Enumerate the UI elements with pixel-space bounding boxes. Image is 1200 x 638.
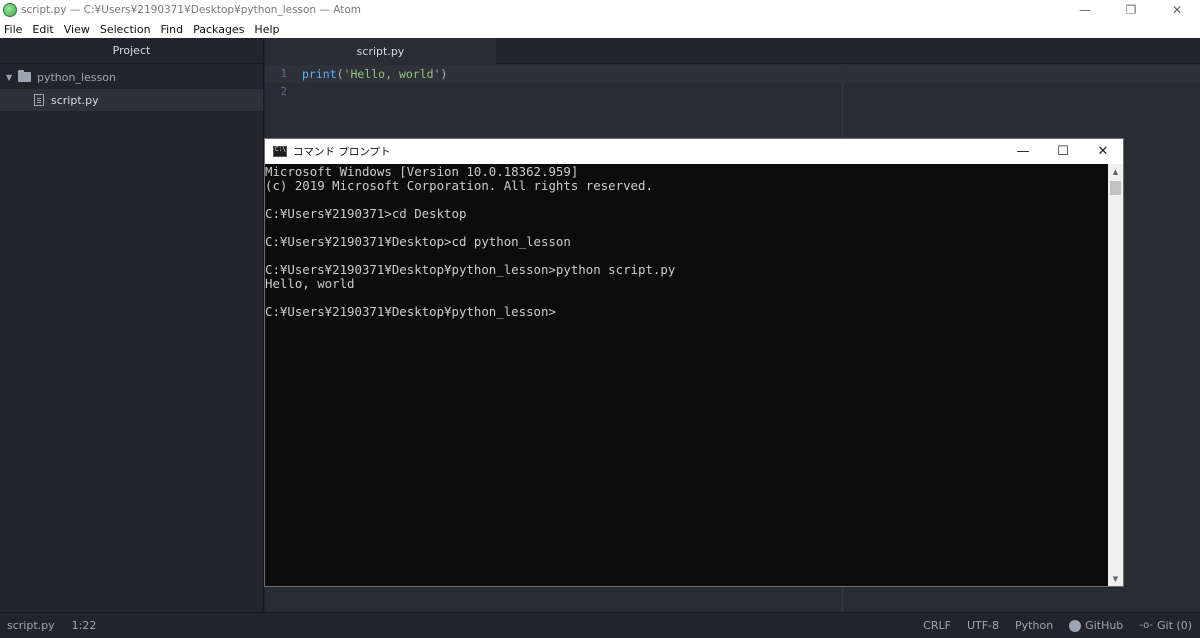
line-code: print('Hello, world') — [302, 67, 447, 81]
line-number: 1 — [280, 68, 287, 80]
window-title: script.py — C:¥Users¥2190371¥Desktop¥pyt… — [21, 4, 362, 16]
chevron-down-icon[interactable]: ▼ — [6, 73, 18, 82]
editor-line[interactable]: 2 — [265, 83, 1200, 101]
status-line-ending[interactable]: CRLF — [923, 619, 951, 632]
tab-script-py[interactable]: script.py — [265, 38, 496, 64]
code-paren-close: ) — [440, 67, 448, 81]
status-bar: script.py 1:22 CRLF UTF-8 Python GitHub … — [0, 612, 1200, 638]
file-text-icon — [34, 94, 44, 106]
terminal-icon — [273, 146, 287, 157]
menu-view[interactable]: View — [64, 23, 90, 36]
status-encoding[interactable]: UTF-8 — [967, 619, 999, 632]
cmd-close-button[interactable]: ✕ — [1083, 139, 1123, 164]
menu-help[interactable]: Help — [254, 23, 279, 36]
menu-selection[interactable]: Selection — [100, 23, 151, 36]
code-paren-open: ( — [336, 67, 344, 81]
git-label: Git (0) — [1157, 619, 1192, 632]
close-button[interactable]: ✕ — [1154, 0, 1200, 20]
cmd-title-bar[interactable]: コマンド プロンプト — ☐ ✕ — [265, 139, 1123, 164]
editor-line[interactable]: 1 print('Hello, world') — [265, 65, 1200, 83]
command-prompt-window[interactable]: コマンド プロンプト — ☐ ✕ Microsoft Windows [Vers… — [264, 138, 1124, 587]
status-github[interactable]: GitHub — [1069, 619, 1123, 632]
tree-folder-python-lesson[interactable]: ▼ python_lesson — [0, 66, 263, 88]
project-tree-view: Project ▼ python_lesson script.py — [0, 38, 264, 612]
file-label: script.py — [51, 93, 99, 107]
minimize-button[interactable]: — — [1062, 0, 1108, 20]
scroll-down-icon[interactable]: ▼ — [1108, 571, 1123, 586]
restore-button[interactable]: ❐ — [1108, 0, 1154, 20]
folder-icon — [18, 70, 31, 82]
line-number: 2 — [280, 86, 287, 98]
console-output[interactable]: Microsoft Windows [Version 10.0.18362.95… — [265, 164, 1109, 319]
menu-edit[interactable]: Edit — [32, 23, 53, 36]
atom-app-icon — [3, 3, 17, 17]
status-file-name[interactable]: script.py — [7, 619, 55, 632]
code-string: 'Hello, world' — [343, 67, 441, 81]
menu-packages[interactable]: Packages — [193, 23, 244, 36]
code-function: print — [302, 67, 337, 81]
menu-file[interactable]: File — [4, 23, 22, 36]
menu-find[interactable]: Find — [161, 23, 184, 36]
cmd-window-controls: — ☐ ✕ — [1003, 139, 1123, 164]
cmd-minimize-button[interactable]: — — [1003, 139, 1043, 164]
folder-label: python_lesson — [37, 70, 116, 84]
status-cursor-position[interactable]: 1:22 — [72, 619, 97, 632]
window-controls: — ❐ ✕ — [1062, 0, 1200, 20]
status-grammar[interactable]: Python — [1015, 619, 1053, 632]
github-label: GitHub — [1085, 619, 1124, 632]
scroll-up-icon[interactable]: ▲ — [1108, 164, 1123, 179]
cmd-title: コマンド プロンプト — [293, 146, 391, 158]
git-commit-icon: -o- — [1139, 620, 1154, 631]
window-title-bar: script.py — C:¥Users¥2190371¥Desktop¥pyt… — [0, 0, 1200, 20]
status-git[interactable]: -o- Git (0) — [1139, 619, 1192, 632]
menu-bar: File Edit View Selection Find Packages H… — [0, 20, 1200, 38]
cmd-body: Microsoft Windows [Version 10.0.18362.95… — [265, 164, 1123, 586]
cmd-maximize-button[interactable]: ☐ — [1043, 139, 1083, 164]
editor-tab-bar: script.py — [265, 38, 1200, 64]
scroll-thumb[interactable] — [1110, 181, 1121, 195]
cmd-scrollbar[interactable]: ▲ ▼ — [1108, 164, 1123, 586]
github-icon — [1069, 619, 1082, 632]
tree-file-script-py[interactable]: script.py — [0, 89, 263, 111]
tree-header[interactable]: Project — [0, 38, 263, 64]
